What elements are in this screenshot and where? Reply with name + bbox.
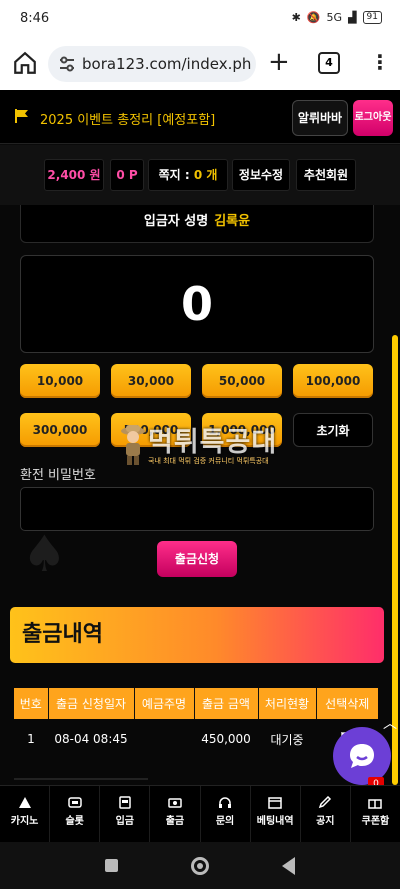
withdraw-icon [168, 798, 182, 808]
url-text: bora123.com/index.php? [82, 55, 252, 73]
row-no: 1 [27, 732, 35, 746]
notice-link[interactable]: 2025 이벤트 총정리 [예정포함] [40, 109, 215, 128]
android-status-bar: 8:46 ✱ 🔕 5G ▟ 91 [0, 0, 400, 38]
amount-button-100000[interactable]: 100,000 [293, 364, 373, 398]
reset-button[interactable]: 초기화 [293, 413, 373, 447]
messages-label: 쪽지 : [158, 168, 194, 182]
new-tab-icon[interactable]: + [268, 48, 290, 76]
col-holder: 예금주명 [134, 688, 195, 719]
history-title: 출금내역 [10, 607, 384, 663]
messages-count: 0 개 [193, 168, 218, 182]
row-status: 대기중 [270, 732, 304, 747]
col-amount: 출금 금액 [194, 688, 259, 719]
alri-button[interactable]: 알뤼바바 [292, 100, 348, 136]
gift-icon [368, 799, 383, 809]
signal-icon: ▟ [348, 11, 357, 24]
amount-button-10000[interactable]: 10,000 [20, 364, 100, 398]
user-info-bar: 2,400 원 0 P 쪽지 : 0 개 정보수정 추천회원 [0, 145, 400, 205]
withdraw-history-table: 번호 출금 신청일자 예금주명 출금 금액 처리현황 선택삭제 1 08-04 … [14, 688, 378, 759]
home-icon[interactable] [12, 50, 38, 76]
nav-inquiry[interactable]: 문의 [201, 786, 251, 842]
nav-coupon[interactable]: 쿠폰함 [351, 786, 400, 842]
col-delete: 선택삭제 [316, 688, 378, 719]
headset-icon [219, 797, 232, 808]
network-label: 5G [326, 11, 343, 24]
battery-icon: 91 [362, 11, 382, 24]
pen-icon [319, 796, 332, 809]
watermark: 먹튀특공대 국내 최대 먹튀 검증 커뮤니티 먹튀특공대 [118, 418, 288, 468]
site-header: 2025 이벤트 총정리 [예정포함] 알뤼바바 로그아웃 [0, 90, 400, 144]
amount-button-300000[interactable]: 300,000 [20, 413, 100, 447]
coupon-badge: 0 [368, 777, 384, 785]
depositor-row: 입금자 성명 김록윤 [20, 205, 374, 243]
amount-button-50000[interactable]: 50,000 [202, 364, 282, 398]
messages-button[interactable]: 쪽지 : 0 개 [148, 159, 228, 191]
logout-button[interactable]: 로그아웃 [353, 100, 393, 136]
amount-display: 0 [20, 255, 374, 353]
site-settings-icon[interactable] [58, 55, 76, 73]
back-icon[interactable] [282, 857, 295, 875]
nav-casino[interactable]: 카지노 [0, 786, 51, 842]
android-nav-bar [0, 842, 400, 889]
recents-icon[interactable] [105, 859, 118, 872]
password-label: 환전 비밀번호 [20, 468, 96, 483]
address-bar[interactable]: bora123.com/index.php? [48, 46, 256, 82]
nav-deposit[interactable]: 입금 [100, 786, 151, 842]
watermark-title: 먹튀특공대 [148, 427, 278, 458]
tab-count-button[interactable]: 4 [318, 52, 340, 74]
col-status: 처리현황 [258, 688, 317, 719]
table-row: 1 08-04 08:45 450,000 대기중 [14, 719, 378, 759]
calendar-icon [268, 797, 282, 809]
bluetooth-icon: ✱ [291, 11, 301, 24]
row-holder [134, 719, 194, 759]
withdraw-content: 입금자 성명 김록윤 0 10,000 30,000 50,000 100,000… [0, 205, 400, 785]
depositor-label: 입금자 성명 [143, 214, 209, 229]
deposit-icon [119, 796, 131, 809]
col-date: 출금 신청일자 [48, 688, 135, 719]
row-date: 08-04 08:45 [54, 732, 128, 746]
edit-info-button[interactable]: 정보수정 [232, 159, 290, 191]
more-menu-icon[interactable]: ⋮ [370, 48, 390, 76]
withdraw-submit-button[interactable]: 출금신청 [157, 541, 237, 577]
bottom-nav: 카지노 슬롯 입금 출금 문의 베팅내역 공지 쿠폰함 [0, 785, 400, 842]
status-time: 8:46 [20, 11, 50, 26]
nav-notice[interactable]: 공지 [301, 786, 351, 842]
nav-slot[interactable]: 슬롯 [50, 786, 101, 842]
spade-decoration-icon: ♠ [22, 525, 67, 583]
amount-button-30000[interactable]: 30,000 [111, 364, 191, 398]
depositor-name: 김록윤 [214, 214, 251, 229]
row-amount: 450,000 [201, 732, 251, 746]
nav-withdraw[interactable]: 출금 [150, 786, 201, 842]
col-no: 번호 [14, 688, 49, 719]
chat-bubble-icon [350, 744, 374, 768]
slot-icon [67, 797, 82, 808]
scroll-up-icon[interactable]: ︿ [383, 713, 400, 732]
nav-bet-history[interactable]: 베팅내역 [251, 786, 301, 842]
browser-toolbar: bora123.com/index.php? + 4 ⋮ [0, 38, 400, 90]
flag-icon [15, 109, 28, 123]
points-display[interactable]: 0 P [110, 159, 144, 191]
withdraw-password-input[interactable] [20, 487, 374, 531]
home-button-icon[interactable] [191, 857, 209, 875]
balance-display[interactable]: 2,400 원 [44, 159, 104, 191]
mute-icon: 🔕 [306, 11, 321, 24]
watermark-subtitle: 국내 최대 먹튀 검증 커뮤니티 먹튀특공대 [148, 457, 269, 465]
casino-icon [18, 797, 31, 808]
referral-button[interactable]: 추천회원 [296, 159, 356, 191]
watermark-mascot-icon [121, 425, 145, 465]
